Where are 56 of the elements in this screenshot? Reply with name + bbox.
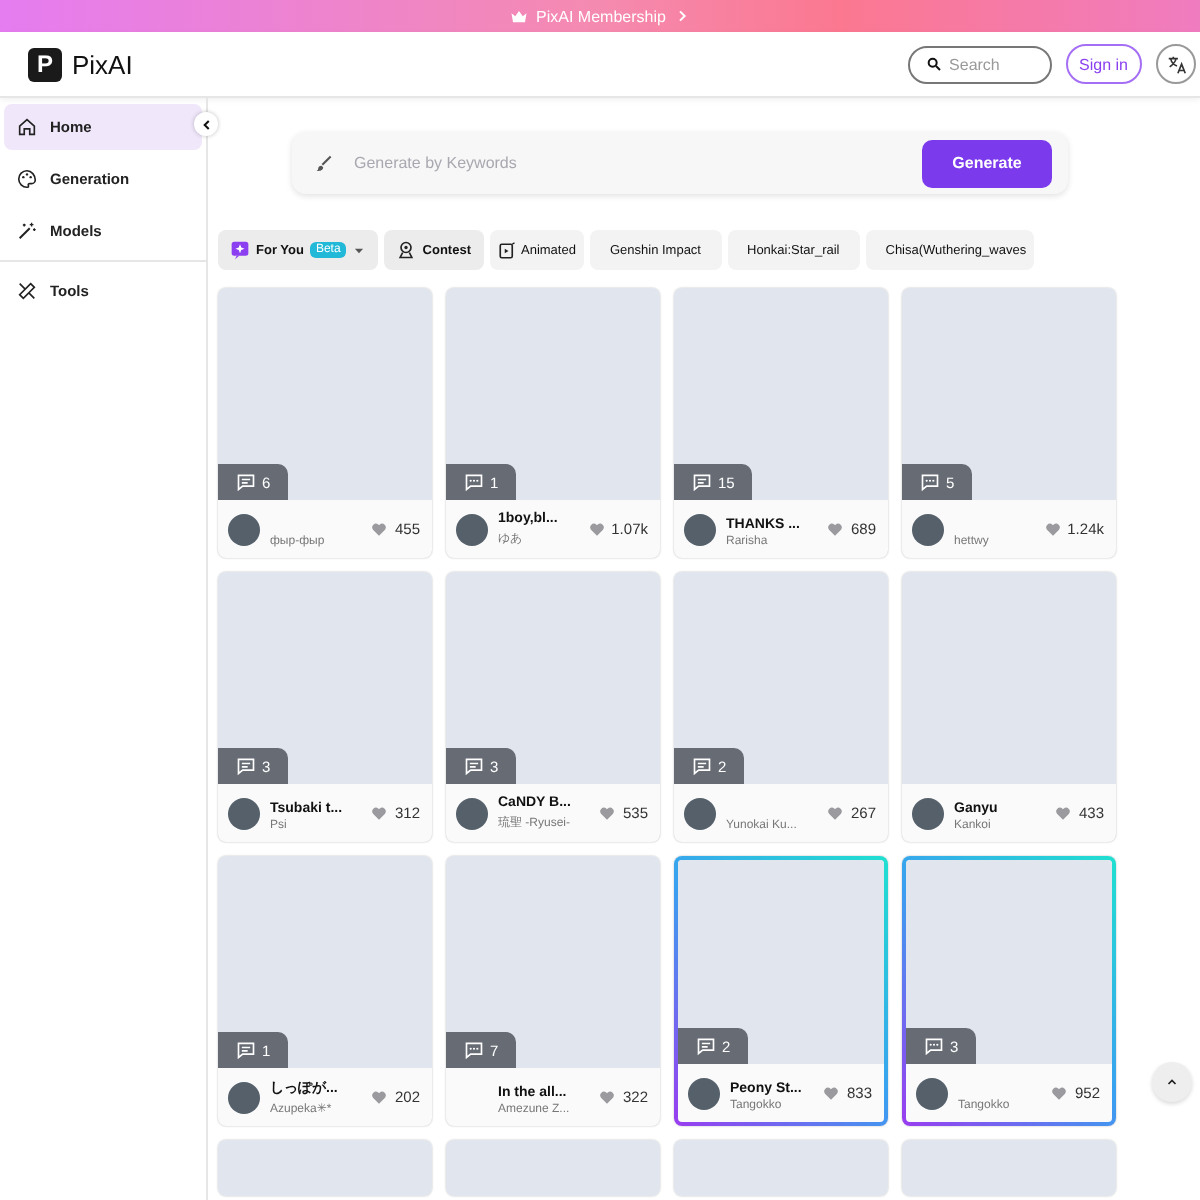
video-icon <box>497 241 515 259</box>
heart-icon <box>822 1084 841 1102</box>
avatar[interactable] <box>684 797 716 829</box>
palette-icon <box>16 168 38 190</box>
caret-down-icon <box>352 243 367 257</box>
tools-icon <box>16 280 38 302</box>
comment-icon <box>236 1040 256 1060</box>
translate-icon <box>1165 53 1187 75</box>
home-icon <box>16 116 38 138</box>
avatar[interactable] <box>916 1077 948 1109</box>
search-input[interactable]: Search <box>949 55 1050 73</box>
search-icon <box>925 54 942 74</box>
search-field[interactable]: Search <box>907 45 1052 83</box>
sign-in-button[interactable]: Sign in <box>1065 44 1142 84</box>
avatar[interactable] <box>912 797 944 829</box>
heart-icon <box>1050 1084 1069 1102</box>
avatar[interactable] <box>456 797 488 829</box>
heart-icon <box>1043 520 1062 538</box>
generate-button[interactable]: Generate <box>922 139 1052 187</box>
heart-icon <box>587 520 606 538</box>
chevron-up-icon <box>1166 1076 1178 1088</box>
crown-icon <box>510 7 529 25</box>
comment-icon <box>692 472 712 492</box>
language-button[interactable] <box>1156 44 1196 84</box>
comment-icon <box>920 472 940 492</box>
avatar[interactable] <box>228 1081 260 1113</box>
avatar[interactable] <box>228 797 260 829</box>
logo-icon[interactable]: P <box>28 47 62 81</box>
comment-icon <box>464 756 484 776</box>
comment-icon <box>236 472 256 492</box>
heart-icon <box>1054 804 1073 822</box>
comment-icon <box>464 472 484 492</box>
comment-icon <box>236 756 256 776</box>
heart-icon <box>598 804 617 822</box>
comment-icon <box>924 1036 944 1056</box>
chevron-left-icon <box>199 117 213 131</box>
comment-icon <box>464 1040 484 1060</box>
heart-icon <box>826 520 845 538</box>
avatar[interactable] <box>228 513 260 545</box>
heart-icon <box>370 1088 389 1106</box>
avatar[interactable] <box>684 513 716 545</box>
keyword-input[interactable]: Generate by Keywords <box>354 154 902 172</box>
heart-icon <box>826 804 845 822</box>
sparkle-icon <box>230 240 250 260</box>
avatar[interactable] <box>912 513 944 545</box>
brush-icon <box>314 153 334 173</box>
avatar[interactable] <box>456 513 488 545</box>
brand-name[interactable]: PixAI <box>72 49 133 79</box>
collapse-button[interactable] <box>194 112 218 136</box>
heart-icon <box>370 804 389 822</box>
comment-icon <box>692 756 712 776</box>
heart-icon <box>598 1088 617 1106</box>
comment-icon <box>696 1036 716 1056</box>
avatar[interactable] <box>688 1077 720 1109</box>
heart-icon <box>370 520 389 538</box>
magic-wand-icon <box>16 220 38 242</box>
